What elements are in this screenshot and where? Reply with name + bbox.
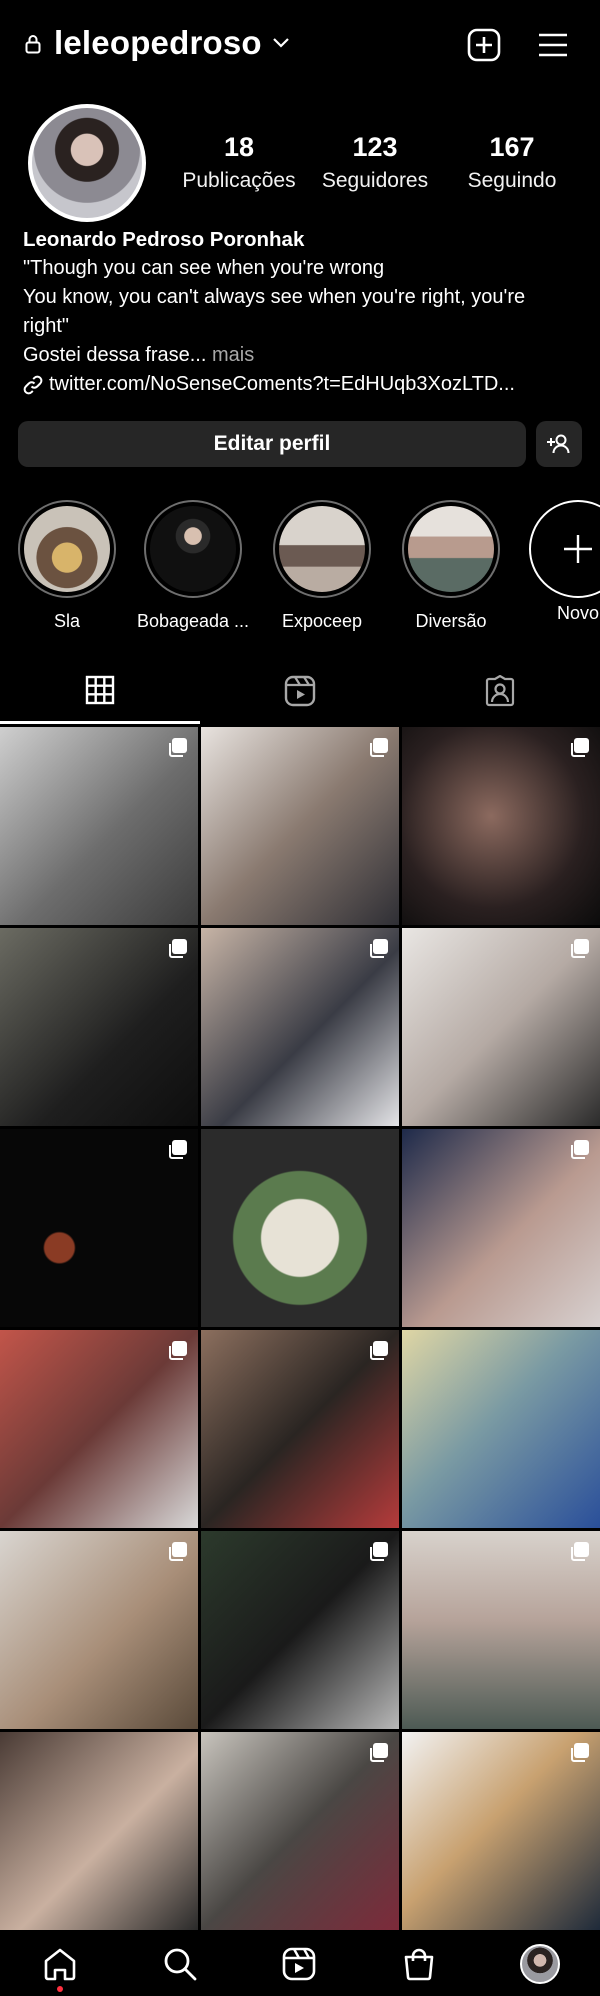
profile-link-text: twitter.com/NoSenseComents?t=EdHUqb3XozL… <box>49 373 515 395</box>
profile-link[interactable]: twitter.com/NoSenseComents?t=EdHUqb3XozL… <box>23 370 583 399</box>
carousel-icon <box>370 1542 388 1561</box>
stat-posts-count: 18 <box>223 132 255 162</box>
post-thumbnail[interactable] <box>201 1732 399 1930</box>
plus-icon <box>564 535 592 563</box>
highlight-ring <box>273 500 371 598</box>
shopping-bag-icon[interactable] <box>401 1946 437 1982</box>
highlight-ring <box>402 500 500 598</box>
stat-following-label: Seguindo <box>467 169 557 192</box>
tab-tagged[interactable] <box>400 658 600 724</box>
carousel-icon <box>370 1341 388 1360</box>
highlight-bobageada[interactable]: Bobageada ... <box>133 500 253 632</box>
post-thumbnail[interactable] <box>0 928 198 1126</box>
post-thumbnail[interactable] <box>402 1129 600 1327</box>
profile-tabs <box>0 658 600 724</box>
profile-username[interactable]: leleopedroso <box>54 24 262 62</box>
carousel-icon <box>571 1743 589 1762</box>
post-thumbnail[interactable] <box>201 1129 399 1327</box>
highlight-label: Sla <box>53 611 80 631</box>
bio-line: You know, you can't always see when you'… <box>23 286 526 308</box>
highlight-expoceep[interactable]: Expoceep <box>262 500 382 632</box>
stat-followers[interactable]: 123 Seguidores <box>315 132 435 193</box>
tab-reels[interactable] <box>200 658 400 724</box>
carousel-icon <box>169 1140 187 1159</box>
reels-icon <box>284 675 316 707</box>
profile-avatar <box>520 1944 560 1984</box>
post-thumbnail[interactable] <box>0 727 198 925</box>
tagged-icon <box>485 675 515 707</box>
highlight-label: Expoceep <box>281 611 363 631</box>
bio-truncated-text: Gostei dessa frase... <box>23 344 207 366</box>
notification-dot <box>57 1986 63 1992</box>
highlight-label: Diversão <box>415 611 487 631</box>
hamburger-menu-icon[interactable] <box>536 28 570 62</box>
highlight-label: Novo <box>556 603 600 623</box>
post-thumbnail[interactable] <box>201 727 399 925</box>
highlight-cover <box>24 506 110 592</box>
bio-truncated-line: Gostei dessa frase... mais <box>23 341 583 370</box>
carousel-icon <box>370 939 388 958</box>
carousel-icon <box>169 1341 187 1360</box>
post-thumbnail[interactable] <box>0 1531 198 1729</box>
carousel-icon <box>370 738 388 757</box>
post-thumbnail[interactable] <box>402 928 600 1126</box>
plus-square-icon[interactable] <box>467 28 501 62</box>
carousel-icon <box>169 939 187 958</box>
post-thumbnail[interactable] <box>402 1531 600 1729</box>
stat-following-count: 167 <box>489 132 535 162</box>
post-thumbnail[interactable] <box>402 1330 600 1528</box>
carousel-icon <box>571 939 589 958</box>
profile-full-name: Leonardo Pedroso Poronhak <box>23 228 305 251</box>
add-user-icon <box>547 434 570 454</box>
chevron-down-icon[interactable] <box>272 36 290 50</box>
highlight-label: Bobageada ... <box>136 611 250 631</box>
stat-posts[interactable]: 18 Publicações <box>179 132 299 193</box>
profile-avatar[interactable] <box>32 108 142 218</box>
bio-line: "Though you can see when you're wrong <box>23 257 385 279</box>
search-icon[interactable] <box>162 1946 198 1982</box>
carousel-icon <box>571 1542 589 1561</box>
edit-profile-button[interactable]: Editar perfil <box>18 421 526 467</box>
stat-followers-count: 123 <box>352 132 398 162</box>
profile-bio: Leonardo Pedroso Poronhak "Though you ca… <box>23 225 583 399</box>
post-thumbnail[interactable] <box>201 928 399 1126</box>
post-thumbnail[interactable] <box>402 1732 600 1930</box>
profile-nav[interactable] <box>520 1944 560 1984</box>
carousel-icon <box>169 1542 187 1561</box>
highlight-ring <box>18 500 116 598</box>
top-bar: leleopedroso <box>0 0 600 90</box>
link-icon <box>23 375 43 394</box>
highlight-cover <box>150 506 236 592</box>
post-thumbnail[interactable] <box>0 1330 198 1528</box>
discover-people-button[interactable] <box>536 421 582 467</box>
stat-followers-label: Seguidores <box>321 169 429 192</box>
bio-more-link[interactable]: mais <box>206 344 254 366</box>
post-thumbnail[interactable] <box>201 1531 399 1729</box>
carousel-icon <box>571 738 589 757</box>
highlight-diversao[interactable]: Diversão <box>391 500 511 632</box>
post-thumbnail[interactable] <box>201 1330 399 1528</box>
tab-grid[interactable] <box>0 658 200 724</box>
reels-icon[interactable] <box>281 1946 317 1982</box>
lock-icon <box>25 35 41 54</box>
carousel-icon <box>169 738 187 757</box>
highlight-sla[interactable]: Sla <box>7 500 127 632</box>
bottom-navigation <box>0 1932 600 1996</box>
highlight-new[interactable]: Novo <box>518 500 600 624</box>
carousel-icon <box>370 1743 388 1762</box>
post-thumbnail[interactable] <box>0 1129 198 1327</box>
bio-line: right" <box>23 315 70 337</box>
carousel-icon <box>571 1140 589 1159</box>
grid-icon <box>85 675 115 704</box>
highlight-ring <box>144 500 242 598</box>
post-thumbnail[interactable] <box>0 1732 198 1930</box>
stat-following[interactable]: 167 Seguindo <box>452 132 572 193</box>
post-thumbnail[interactable] <box>402 727 600 925</box>
highlight-cover <box>279 506 365 592</box>
home-icon[interactable] <box>42 1946 78 1982</box>
stat-posts-label: Publicações <box>182 169 296 192</box>
highlight-cover <box>408 506 494 592</box>
highlight-ring <box>529 500 600 598</box>
